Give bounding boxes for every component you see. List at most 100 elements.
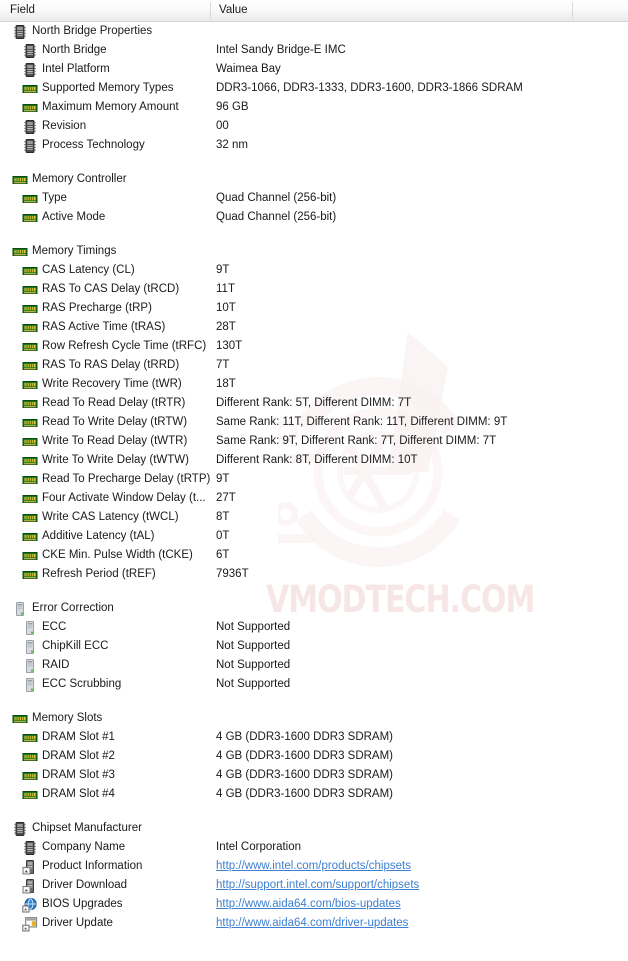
property-row[interactable]: DRAM Slot #4 4 GB (DDR3-1600 DDR3 SDRAM) [0, 785, 628, 804]
ecc-icon [12, 601, 28, 617]
property-row[interactable]: Chipset Manufacturer [0, 819, 628, 838]
field-cell[interactable]: ECC Scrubbing [0, 675, 121, 694]
group-field-cell[interactable]: North Bridge Properties [0, 22, 152, 41]
field-cell[interactable]: Maximum Memory Amount [0, 98, 179, 117]
ram-icon [22, 396, 38, 412]
column-header-value[interactable]: Value [219, 0, 248, 21]
column-divider-2[interactable] [572, 2, 573, 19]
property-row[interactable]: Write To Write Delay (tWTW) Different Ran… [0, 451, 628, 470]
property-row[interactable]: CKE Min. Pulse Width (tCKE) 6T [0, 546, 628, 565]
property-row[interactable]: Maximum Memory Amount 96 GB [0, 98, 628, 117]
property-row[interactable]: RAS To RAS Delay (tRRD) 7T [0, 356, 628, 375]
property-row[interactable]: DRAM Slot #2 4 GB (DDR3-1600 DDR3 SDRAM) [0, 747, 628, 766]
field-cell[interactable]: RAS To CAS Delay (tRCD) [0, 280, 179, 299]
property-row[interactable]: RAID Not Supported [0, 656, 628, 675]
group-field-cell[interactable]: Memory Timings [0, 242, 116, 261]
column-divider-1[interactable] [210, 2, 211, 19]
field-cell[interactable]: Driver Download [0, 876, 127, 895]
property-row[interactable]: Row Refresh Cycle Time (tRFC) 130T [0, 337, 628, 356]
field-cell[interactable]: DRAM Slot #1 [0, 728, 115, 747]
property-row[interactable]: Active Mode Quad Channel (256-bit) [0, 208, 628, 227]
field-cell[interactable]: RAS Active Time (tRAS) [0, 318, 165, 337]
field-cell[interactable]: Active Mode [0, 208, 105, 227]
group-field-cell[interactable]: Memory Slots [0, 709, 102, 728]
property-row[interactable]: CAS Latency (CL) 9T [0, 261, 628, 280]
field-cell[interactable]: Read To Precharge Delay (tRTP) [0, 470, 210, 489]
field-cell[interactable]: Read To Read Delay (tRTR) [0, 394, 185, 413]
field-cell[interactable]: Read To Write Delay (tRTW) [0, 413, 187, 432]
field-cell[interactable]: Driver Update [0, 914, 113, 933]
property-row[interactable]: Four Activate Window Delay (t... 27T [0, 489, 628, 508]
property-row[interactable]: Revision 00 [0, 117, 628, 136]
group-field-cell[interactable]: Memory Controller [0, 170, 127, 189]
field-cell[interactable]: Row Refresh Cycle Time (tRFC) [0, 337, 206, 356]
property-row[interactable]: Supported Memory Types DDR3-1066, DDR3-13… [0, 79, 628, 98]
field-cell[interactable]: BIOS Upgrades [0, 895, 123, 914]
ram-icon [22, 567, 38, 583]
property-row[interactable]: RAS Precharge (tRP) 10T [0, 299, 628, 318]
value-link[interactable]: http://www.aida64.com/bios-updates [216, 895, 401, 914]
field-cell[interactable]: ECC [0, 618, 66, 637]
property-row[interactable]: ChipKill ECC Not Supported [0, 637, 628, 656]
property-row[interactable]: Memory Slots [0, 709, 628, 728]
property-row[interactable]: North Bridge Intel Sandy Bridge-E IMC [0, 41, 628, 60]
field-cell[interactable]: Revision [0, 117, 86, 136]
property-row[interactable]: RAS Active Time (tRAS) 28T [0, 318, 628, 337]
property-row[interactable]: Memory Timings [0, 242, 628, 261]
property-row[interactable]: Driver Update http://www.aida64.com/drive… [0, 914, 628, 933]
field-cell[interactable]: Type [0, 189, 67, 208]
field-cell[interactable]: Product Information [0, 857, 142, 876]
field-cell[interactable]: RAS Precharge (tRP) [0, 299, 152, 318]
property-row[interactable]: Refresh Period (tREF) 7936T [0, 565, 628, 584]
property-row[interactable]: Read To Write Delay (tRTW) Same Rank: 11T… [0, 413, 628, 432]
property-row[interactable]: Company Name Intel Corporation [0, 838, 628, 857]
property-row[interactable]: Write Recovery Time (tWR) 18T [0, 375, 628, 394]
group-field-cell[interactable]: Error Correction [0, 599, 114, 618]
property-row[interactable]: RAS To CAS Delay (tRCD) 11T [0, 280, 628, 299]
field-cell[interactable]: Company Name [0, 838, 125, 857]
field-cell[interactable]: Write To Read Delay (tWTR) [0, 432, 187, 451]
property-row[interactable]: Additive Latency (tAL) 0T [0, 527, 628, 546]
property-row[interactable]: Memory Controller [0, 170, 628, 189]
field-cell[interactable]: Refresh Period (tREF) [0, 565, 156, 584]
field-cell[interactable]: North Bridge [0, 41, 107, 60]
field-cell[interactable]: Additive Latency (tAL) [0, 527, 155, 546]
group-field-cell[interactable]: Chipset Manufacturer [0, 819, 142, 838]
property-row[interactable]: DRAM Slot #1 4 GB (DDR3-1600 DDR3 SDRAM) [0, 728, 628, 747]
property-row[interactable]: Process Technology 32 nm [0, 136, 628, 155]
property-row[interactable]: Read To Precharge Delay (tRTP) 9T [0, 470, 628, 489]
field-cell[interactable]: Write CAS Latency (tWCL) [0, 508, 179, 527]
property-row[interactable]: North Bridge Properties [0, 22, 628, 41]
column-header-field[interactable]: Field [10, 0, 35, 21]
property-row[interactable]: Write CAS Latency (tWCL) 8T [0, 508, 628, 527]
field-cell[interactable]: CKE Min. Pulse Width (tCKE) [0, 546, 193, 565]
value-link[interactable]: http://www.aida64.com/driver-updates [216, 914, 408, 933]
property-row[interactable]: Driver Download http://support.intel.com/… [0, 876, 628, 895]
property-row[interactable]: Read To Read Delay (tRTR) Different Rank:… [0, 394, 628, 413]
field-cell[interactable]: ChipKill ECC [0, 637, 108, 656]
field-cell[interactable]: RAS To RAS Delay (tRRD) [0, 356, 179, 375]
property-row[interactable]: DRAM Slot #3 4 GB (DDR3-1600 DDR3 SDRAM) [0, 766, 628, 785]
value-cell: DDR3-1066, DDR3-1333, DDR3-1600, DDR3-18… [216, 82, 523, 94]
property-row[interactable]: Error Correction [0, 599, 628, 618]
field-cell[interactable]: Write To Write Delay (tWTW) [0, 451, 189, 470]
field-cell[interactable]: Supported Memory Types [0, 79, 173, 98]
value-link[interactable]: http://support.intel.com/support/chipset… [216, 876, 419, 895]
field-cell[interactable]: RAID [0, 656, 69, 675]
field-cell[interactable]: DRAM Slot #2 [0, 747, 115, 766]
field-cell[interactable]: Intel Platform [0, 60, 110, 79]
property-row[interactable]: Type Quad Channel (256-bit) [0, 189, 628, 208]
field-cell[interactable]: Process Technology [0, 136, 145, 155]
property-row[interactable]: Write To Read Delay (tWTR) Same Rank: 9T,… [0, 432, 628, 451]
field-cell[interactable]: DRAM Slot #4 [0, 785, 115, 804]
property-row[interactable]: Product Information http://www.intel.com/… [0, 857, 628, 876]
field-cell[interactable]: Four Activate Window Delay (t... [0, 489, 206, 508]
property-row[interactable]: ECC Not Supported [0, 618, 628, 637]
property-row[interactable]: BIOS Upgrades http://www.aida64.com/bios-… [0, 895, 628, 914]
field-cell[interactable]: CAS Latency (CL) [0, 261, 135, 280]
field-cell[interactable]: DRAM Slot #3 [0, 766, 115, 785]
property-row[interactable]: ECC Scrubbing Not Supported [0, 675, 628, 694]
field-cell[interactable]: Write Recovery Time (tWR) [0, 375, 182, 394]
property-row[interactable]: Intel Platform Waimea Bay [0, 60, 628, 79]
value-link[interactable]: http://www.intel.com/products/chipsets [216, 857, 411, 876]
